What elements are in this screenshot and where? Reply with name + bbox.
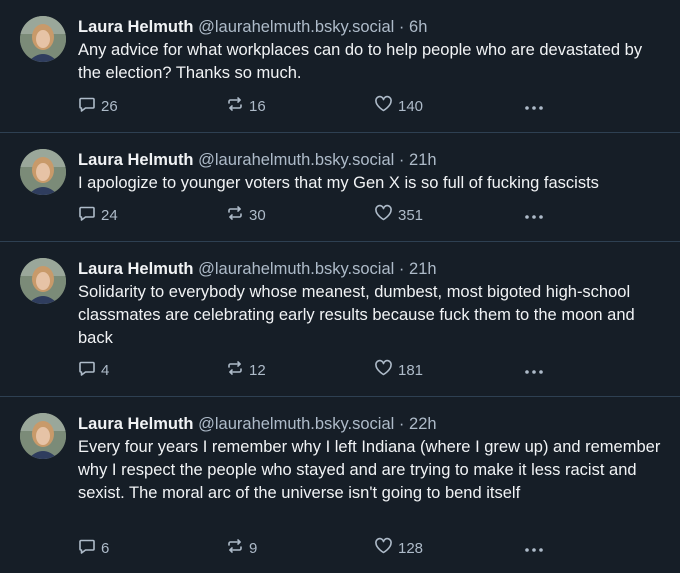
like-count: 140 — [398, 97, 424, 115]
separator-dot: · — [398, 151, 405, 169]
repost-count: 30 — [249, 206, 266, 224]
repost-count: 9 — [249, 539, 258, 557]
post-time[interactable]: 21h — [409, 151, 437, 169]
post-time[interactable]: 22h — [409, 415, 437, 433]
reply-count: 4 — [101, 361, 110, 379]
author-name[interactable]: Laura Helmuth — [78, 18, 194, 36]
feed: Laura Helmuth @laurahelmuth.bsky.social … — [0, 0, 680, 573]
like-count: 351 — [398, 206, 424, 224]
more-dots-icon — [524, 98, 549, 115]
like-count: 181 — [398, 361, 424, 379]
post[interactable]: Laura Helmuth @laurahelmuth.bsky.social … — [0, 133, 680, 242]
reply-button[interactable]: 24 — [78, 204, 118, 226]
like-button[interactable]: 140 — [374, 95, 423, 117]
repost-button[interactable]: 30 — [226, 204, 266, 226]
author-handle[interactable]: @laurahelmuth.bsky.social — [198, 18, 394, 36]
post-actions: 4 12 181 — [78, 359, 558, 381]
separator-dot: · — [398, 18, 405, 36]
separator-dot: · — [398, 415, 405, 433]
post-text: Every four years I remember why I left I… — [78, 438, 661, 502]
post-actions: 24 30 351 — [78, 204, 558, 226]
heart-icon — [374, 95, 398, 117]
avatar[interactable] — [20, 16, 66, 62]
author-name[interactable]: Laura Helmuth — [78, 260, 194, 278]
repost-arrows-icon — [226, 359, 249, 381]
repost-button[interactable]: 16 — [226, 95, 266, 117]
like-button[interactable]: 128 — [374, 537, 423, 559]
post-time[interactable]: 21h — [409, 260, 437, 278]
speech-bubble-icon — [78, 359, 101, 381]
reply-button[interactable]: 6 — [78, 537, 109, 559]
post[interactable]: Laura Helmuth @laurahelmuth.bsky.social … — [0, 0, 680, 133]
more-dots-icon — [524, 540, 549, 557]
post-actions: 6 9 128 — [78, 537, 558, 559]
post-actions: 26 16 140 — [78, 95, 558, 117]
speech-bubble-icon — [78, 204, 101, 226]
author-name[interactable]: Laura Helmuth — [78, 415, 194, 433]
speech-bubble-icon — [78, 95, 101, 117]
repost-count: 12 — [249, 361, 266, 379]
like-count: 128 — [398, 539, 424, 557]
author-name[interactable]: Laura Helmuth — [78, 151, 194, 169]
more-options-button[interactable] — [524, 204, 549, 226]
heart-icon — [374, 359, 398, 381]
like-button[interactable]: 181 — [374, 359, 423, 381]
post-text: Any advice for what workplaces can do to… — [78, 41, 643, 82]
repost-button[interactable]: 9 — [226, 537, 257, 559]
repost-arrows-icon — [226, 95, 249, 117]
reply-button[interactable]: 4 — [78, 359, 109, 381]
reply-count: 26 — [101, 97, 118, 115]
reply-button[interactable]: 26 — [78, 95, 118, 117]
repost-button[interactable]: 12 — [226, 359, 266, 381]
more-dots-icon — [524, 362, 549, 379]
heart-icon — [374, 537, 398, 559]
post-text: I apologize to younger voters that my Ge… — [78, 174, 599, 192]
avatar[interactable] — [20, 149, 66, 195]
more-options-button[interactable] — [524, 359, 549, 381]
more-dots-icon — [524, 207, 549, 224]
author-handle[interactable]: @laurahelmuth.bsky.social — [198, 415, 394, 433]
repost-arrows-icon — [226, 537, 249, 559]
post[interactable]: Laura Helmuth @laurahelmuth.bsky.social … — [0, 242, 680, 397]
author-handle[interactable]: @laurahelmuth.bsky.social — [198, 260, 394, 278]
reply-count: 6 — [101, 539, 110, 557]
post-time[interactable]: 6h — [409, 18, 427, 36]
heart-icon — [374, 204, 398, 226]
reply-count: 24 — [101, 206, 118, 224]
more-options-button[interactable] — [524, 537, 549, 559]
like-button[interactable]: 351 — [374, 204, 423, 226]
repost-count: 16 — [249, 97, 266, 115]
speech-bubble-icon — [78, 537, 101, 559]
avatar[interactable] — [20, 258, 66, 304]
avatar[interactable] — [20, 413, 66, 459]
more-options-button[interactable] — [524, 95, 549, 117]
author-handle[interactable]: @laurahelmuth.bsky.social — [198, 151, 394, 169]
post-text: Solidarity to everybody whose meanest, d… — [78, 283, 635, 347]
post[interactable]: Laura Helmuth @laurahelmuth.bsky.social … — [0, 397, 680, 573]
separator-dot: · — [398, 260, 405, 278]
repost-arrows-icon — [226, 204, 249, 226]
